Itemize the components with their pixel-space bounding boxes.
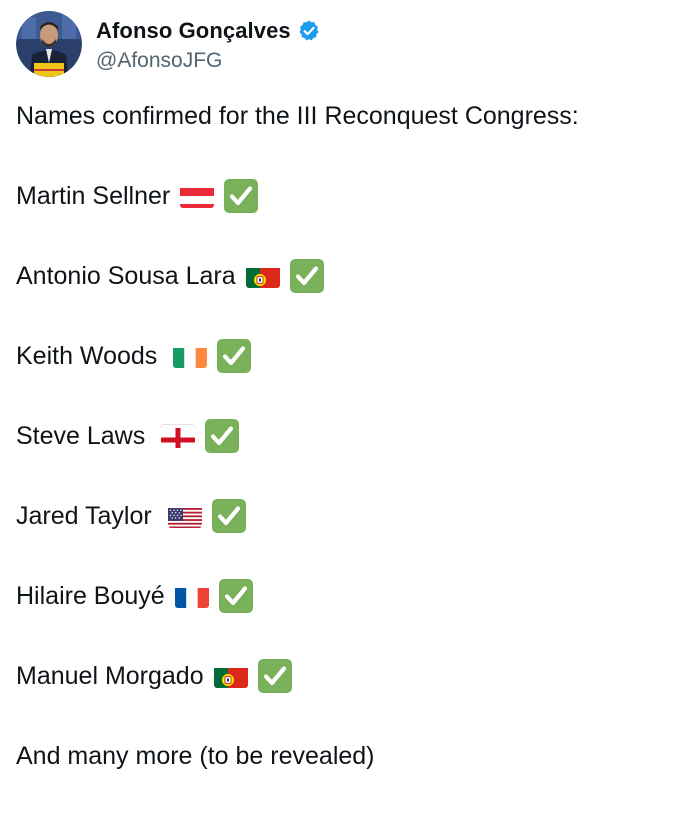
list-item: Martin Sellner — [16, 176, 666, 216]
display-name-row: Afonso Gonçalves — [96, 15, 321, 47]
list-item: Steve Laws — [16, 416, 666, 456]
check-mark-button-icon — [217, 339, 252, 373]
entry-name: Hilaire Bouyé — [16, 582, 165, 610]
entry-name: Antonio Sousa Lara — [16, 262, 236, 290]
usa-flag-icon — [167, 504, 202, 528]
avatar[interactable] — [16, 11, 82, 77]
tweet-text: Names confirmed for the III Reconquest C… — [16, 96, 666, 776]
entry-name: Martin Sellner — [16, 182, 171, 210]
outro-text: And many more (to be revealed) — [16, 742, 375, 770]
check-mark-button-icon — [218, 579, 253, 613]
austria-flag-icon — [180, 184, 215, 208]
display-name[interactable]: Afonso Gonçalves — [96, 18, 291, 44]
entry-name: Keith Woods — [16, 342, 158, 370]
author-names: Afonso Gonçalves @AfonsoJFG — [96, 11, 321, 77]
outro-line: And many more (to be revealed) — [16, 736, 666, 776]
portugal-flag-icon — [213, 664, 248, 688]
check-mark-button-icon — [205, 419, 240, 453]
check-mark-button-icon — [224, 179, 259, 213]
intro-text: Names confirmed for the III Reconquest C… — [16, 102, 579, 130]
ireland-flag-icon — [173, 344, 208, 368]
france-flag-icon — [174, 584, 209, 608]
intro-line: Names confirmed for the III Reconquest C… — [16, 96, 666, 136]
check-mark-button-icon — [211, 499, 246, 533]
check-mark-button-icon — [257, 659, 292, 693]
entry-name: Jared Taylor — [16, 502, 152, 530]
check-mark-button-icon — [289, 259, 324, 293]
tweet: Afonso Gonçalves @AfonsoJFG Names confir… — [0, 0, 678, 822]
england-flag-icon — [161, 424, 196, 448]
entry-name: Manuel Morgado — [16, 662, 204, 690]
verified-badge-icon — [297, 19, 321, 43]
list-item: Manuel Morgado — [16, 656, 666, 696]
list-item: Antonio Sousa Lara — [16, 256, 666, 296]
list-item: Hilaire Bouyé — [16, 576, 666, 616]
author-handle[interactable]: @AfonsoJFG — [96, 49, 321, 73]
list-item: Jared Taylor — [16, 496, 666, 536]
list-item: Keith Woods — [16, 336, 666, 376]
entry-name: Steve Laws — [16, 422, 146, 450]
tweet-header: Afonso Gonçalves @AfonsoJFG — [16, 10, 321, 78]
portugal-flag-icon — [245, 264, 280, 288]
